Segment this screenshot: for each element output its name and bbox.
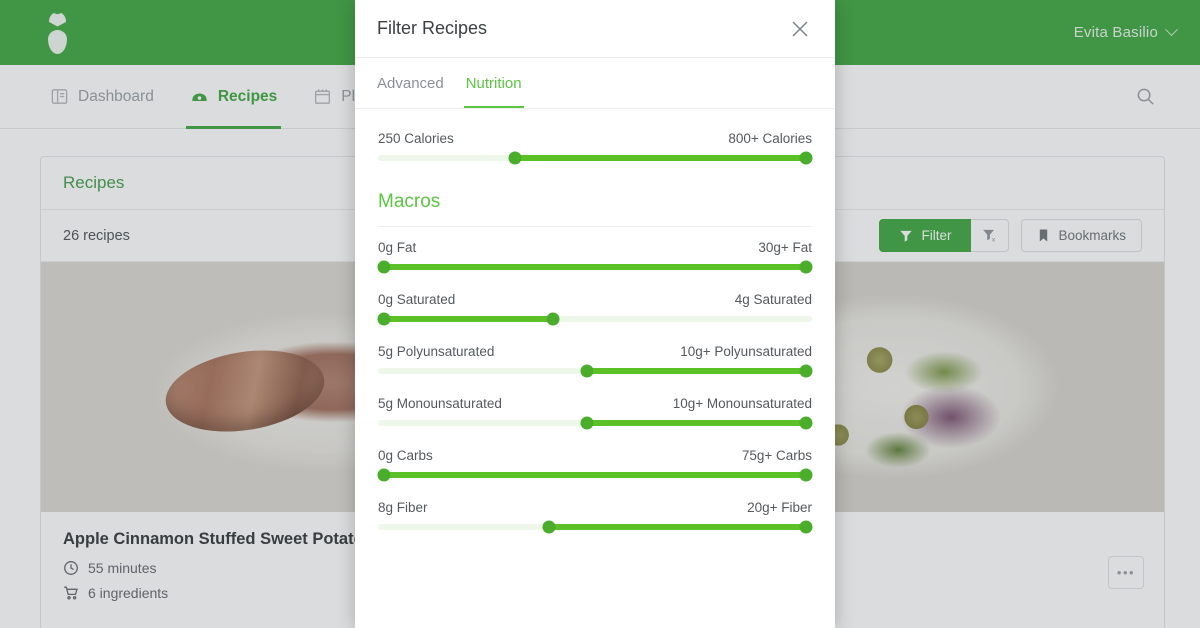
slider-knob-max[interactable] [799, 260, 813, 274]
slider-knob-min[interactable] [580, 364, 594, 378]
slider-track[interactable] [377, 468, 813, 482]
slider-calories[interactable]: 250 Calories 800+ Calories [378, 131, 813, 165]
slider-fill [378, 316, 552, 322]
slider-labels: 0g Fat 30g+ Fat [378, 240, 812, 255]
filter-recipes-modal: Filter Recipes Advanced Nutrition 250 Ca… [355, 0, 835, 628]
modal-tabs: Advanced Nutrition [355, 58, 835, 109]
slider-fill [547, 524, 812, 530]
slider-labels: 0g Saturated 4g Saturated [378, 292, 812, 307]
slider-min-label: 5g Polyunsaturated [378, 344, 495, 359]
slider-labels: 5g Monounsaturated 10g+ Monounsaturated [378, 396, 812, 411]
slider-min-label: 5g Monounsaturated [378, 396, 502, 411]
slider-max-label: 4g Saturated [734, 292, 812, 307]
slider-saturated[interactable]: 0g Saturated 4g Saturated [377, 292, 812, 326]
slider-min-label: 0g Carbs [378, 448, 433, 463]
modal-body: 250 Calories 800+ Calories Macros 0g Fat 3… [355, 109, 835, 534]
slider-labels: 250 Calories 800+ Calories [378, 131, 812, 146]
macros-slider-group: 0g Fat 30g+ Fat 0g Saturated 4g Saturated 5g… [377, 240, 813, 534]
slider-max-label: 20g+ Fiber [747, 500, 812, 515]
slider-knob-max[interactable] [799, 468, 813, 482]
close-icon[interactable] [787, 16, 813, 42]
tab-label: Nutrition [465, 74, 522, 92]
slider-max-label: 75g+ Carbs [741, 448, 812, 463]
slider-max-label: 10g+ Polyunsaturated [680, 344, 812, 359]
slider-min-label: 0g Saturated [378, 292, 456, 307]
slider-track[interactable] [378, 520, 813, 534]
slider-labels: 5g Polyunsaturated 10g+ Polyunsaturated [378, 344, 812, 359]
slider-knob-max[interactable] [546, 312, 560, 326]
slider-max-label: 800+ Calories [728, 131, 812, 146]
slider-track[interactable] [377, 260, 813, 274]
slider-carbs[interactable]: 0g Carbs 75g+ Carbs [377, 448, 813, 482]
slider-fill [512, 155, 812, 161]
app-root: Evita Basilio Dashboard Recipes Recipes … [0, 0, 1200, 628]
slider-knob-max[interactable] [799, 416, 813, 430]
slider-track[interactable] [378, 151, 813, 165]
slider-knob-min[interactable] [377, 468, 391, 482]
slider-min-label: 0g Fat [378, 240, 417, 255]
slider-monounsaturated[interactable]: 5g Monounsaturated 10g+ Monounsaturated [378, 396, 813, 430]
slider-polyunsaturated[interactable]: 5g Polyunsaturated 10g+ Polyunsaturated [378, 344, 813, 378]
slider-knob-max[interactable] [799, 364, 813, 378]
modal-title: Filter Recipes [377, 18, 488, 38]
slider-knob-min[interactable] [508, 151, 522, 165]
slider-labels: 8g Fiber 20g+ Fiber [378, 500, 812, 515]
modal-header: Filter Recipes [355, 0, 835, 58]
slider-max-label: 30g+ Fat [758, 240, 812, 255]
slider-labels: 0g Carbs 75g+ Carbs [378, 448, 812, 463]
slider-min-label: 8g Fiber [378, 500, 428, 515]
slider-min-label: 250 Calories [378, 131, 454, 146]
slider-knob-min[interactable] [377, 260, 391, 274]
slider-fiber[interactable]: 8g Fiber 20g+ Fiber [378, 500, 813, 534]
slider-track[interactable] [377, 312, 812, 326]
slider-fill [586, 420, 812, 426]
tab-advanced[interactable]: Advanced [377, 58, 455, 108]
slider-track[interactable] [378, 416, 813, 430]
macros-heading: Macros [378, 191, 812, 227]
slider-fill [586, 368, 812, 374]
slider-track[interactable] [378, 364, 813, 378]
slider-knob-min[interactable] [580, 416, 594, 430]
slider-knob-min[interactable] [542, 520, 556, 534]
tab-nutrition[interactable]: Nutrition [455, 58, 533, 108]
slider-fill [378, 472, 812, 478]
slider-max-label: 10g+ Monounsaturated [672, 396, 812, 411]
slider-knob-min[interactable] [377, 312, 391, 326]
calories-slider-group: 250 Calories 800+ Calories [378, 131, 813, 165]
slider-fill [378, 264, 812, 270]
slider-fat[interactable]: 0g Fat 30g+ Fat [377, 240, 813, 274]
slider-knob-max[interactable] [799, 520, 813, 534]
tab-label: Advanced [377, 74, 444, 92]
slider-knob-max[interactable] [799, 151, 813, 165]
